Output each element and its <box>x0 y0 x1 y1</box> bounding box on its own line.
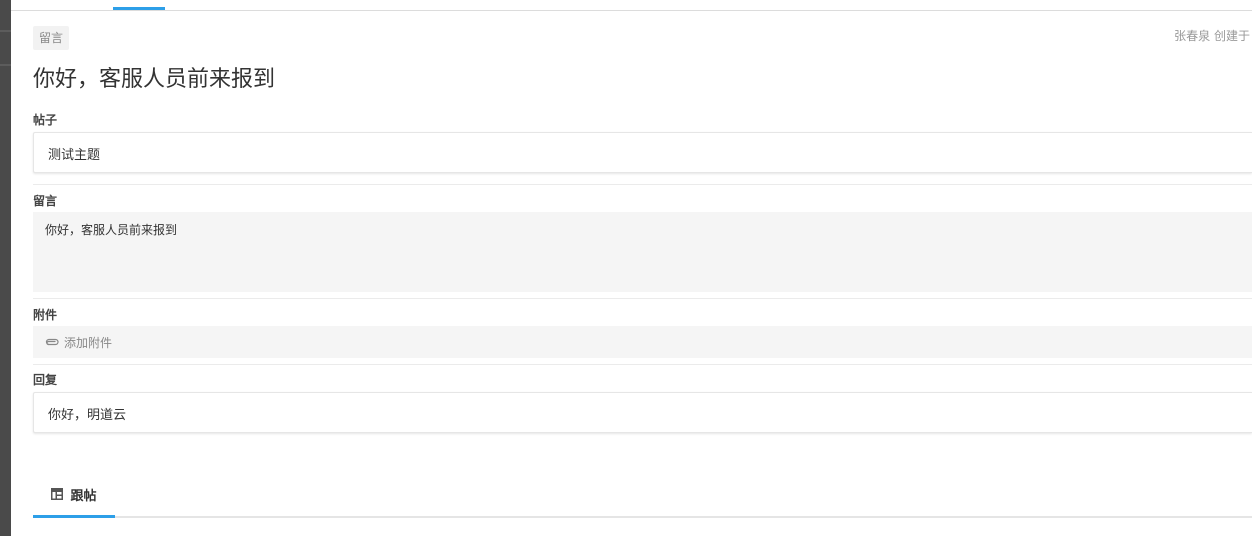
record-meta: 张春泉 创建于 <box>1174 29 1250 43</box>
tab-bar <box>33 516 1252 518</box>
divider <box>33 364 1252 365</box>
add-attachment-label: 添加附件 <box>64 335 113 350</box>
attachment-field: 添加附件 <box>33 326 1252 358</box>
table-icon <box>51 488 64 500</box>
divider <box>33 184 1252 185</box>
sidebar-divider <box>0 64 11 66</box>
add-attachment-button[interactable]: 添加附件 <box>44 326 112 358</box>
post-field-label: 帖子 <box>33 113 58 127</box>
divider <box>33 298 1252 299</box>
tab-label: 跟帖 <box>70 488 97 504</box>
message-field[interactable]: 你好，客服人员前来报到 <box>33 212 1252 292</box>
sidebar-divider <box>0 30 11 32</box>
reply-field[interactable]: 你好，明道云 <box>33 392 1252 433</box>
record-type-badge: 留言 <box>33 26 70 50</box>
page-title: 你好，客服人员前来报到 <box>33 67 276 92</box>
message-field-value: 你好，客服人员前来报到 <box>45 223 178 237</box>
post-field[interactable]: 测试主题 <box>33 132 1252 173</box>
reply-field-label: 回复 <box>33 373 58 387</box>
active-tab-indicator[interactable] <box>113 7 165 10</box>
record-detail: 留言 张春泉 创建于 你好，客服人员前来报到 帖子 测试主题 留言 你好，客服人… <box>33 11 1252 536</box>
post-field-value: 测试主题 <box>48 148 101 163</box>
attachment-field-label: 附件 <box>33 308 58 322</box>
left-sidebar-edge <box>0 0 11 536</box>
tab-follow-posts[interactable]: 跟帖 <box>33 473 115 518</box>
message-field-label: 留言 <box>33 194 58 208</box>
reply-field-value: 你好，明道云 <box>48 408 127 423</box>
paperclip-icon <box>45 338 59 346</box>
top-tab-bar <box>11 0 1252 11</box>
